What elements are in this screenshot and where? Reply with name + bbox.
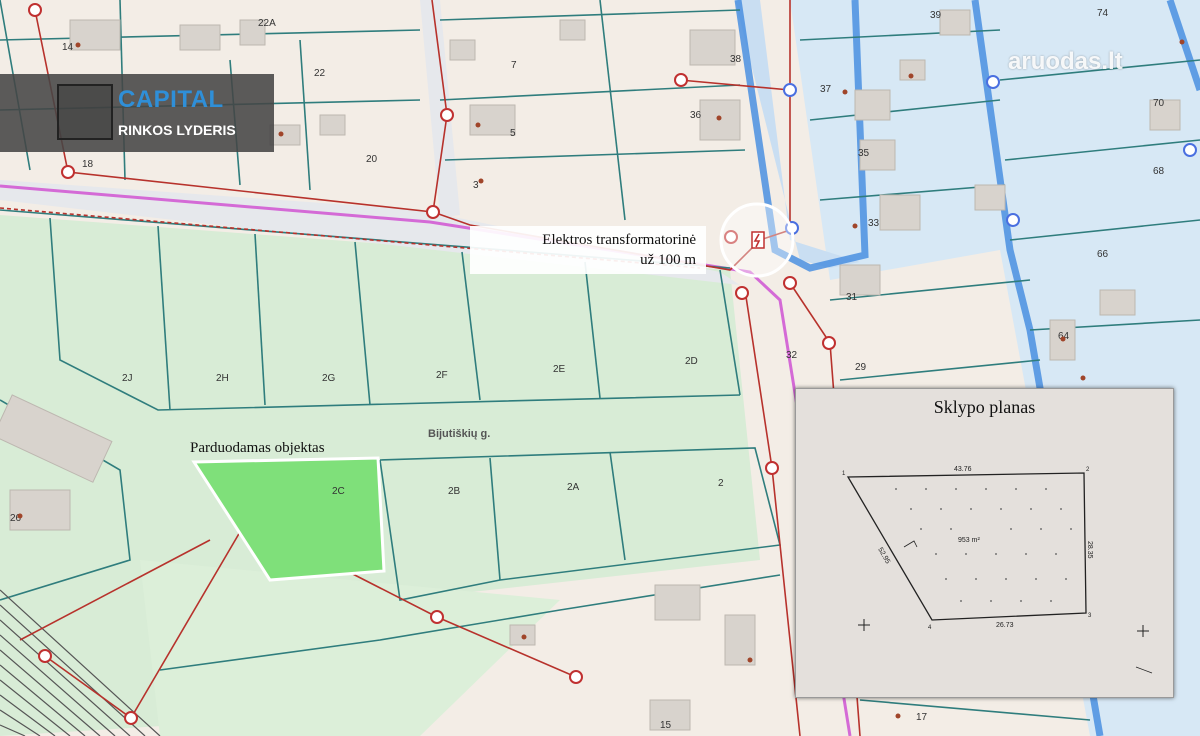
parcel-label: 74 [1097, 8, 1109, 19]
parcel-label: 7 [511, 60, 517, 71]
cross-marker-right [1137, 625, 1149, 637]
sale-object-label: Parduodamas objektas [190, 440, 325, 456]
plot-corner-4: 4 [928, 625, 932, 631]
plot-area: 953 m² [958, 537, 980, 544]
parcel-label: 70 [1153, 98, 1165, 109]
parcel-label: 17 [916, 712, 928, 723]
parcel-label: 2D [685, 356, 698, 367]
parcel-label: 39 [930, 10, 942, 21]
plot-plan-inset[interactable]: Sklypo planas 43.76 28.35 26.73 52.95 95… [795, 388, 1174, 698]
brand-tagline: RINKOS LYDERIS [118, 122, 236, 138]
parcel-label: 22 [314, 68, 326, 79]
transformer-label-line1: Elektros transformatorinė [542, 232, 696, 248]
street-name: Bijutiškių g. [428, 428, 490, 440]
parcel-label: 5 [510, 128, 516, 139]
plot-side-bottom: 26.73 [996, 622, 1014, 629]
parcel-label: 68 [1153, 166, 1165, 177]
plot-corner-3: 3 [1088, 613, 1092, 619]
parcel-label: 2E [553, 364, 566, 375]
plot-side-right: 28.35 [1086, 541, 1093, 559]
plot-side-left: 52.95 [876, 547, 891, 566]
parcel-label: 2J [122, 373, 133, 384]
parcel-label: 29 [855, 362, 867, 373]
plot-corner-1: 1 [842, 471, 846, 477]
parcel-label: 2C [332, 486, 345, 497]
parcel-label: 66 [1097, 249, 1109, 260]
parcel-label: 18 [82, 159, 94, 170]
parcel-label: 36 [690, 110, 702, 121]
road-vertical [420, 0, 460, 218]
transformer-label-line2: už 100 m [640, 252, 696, 268]
north-arrow-icon [903, 540, 918, 548]
plot-hatch-dots [895, 488, 1072, 602]
brand-logo: CAPITAL [118, 86, 224, 113]
transformer-label: Elektros transformatorinė už 100 m [470, 226, 706, 274]
parcel-label: 2H [216, 373, 229, 384]
parcel-label: 37 [820, 84, 832, 95]
parcel-label: 2F [436, 370, 448, 381]
plot-plan-drawing: 43.76 28.35 26.73 52.95 953 m² 1 2 3 4 [842, 466, 1153, 674]
parcel-label: 14 [62, 42, 74, 53]
parcel-label: 2B [448, 486, 461, 497]
parcel-label: 2A [567, 482, 580, 493]
parcel-label: 2 [718, 478, 724, 489]
parcel-label: 38 [730, 54, 742, 65]
parcel-label: 2G [322, 373, 336, 384]
parcel-label: 32 [786, 350, 798, 361]
plot-side-top: 43.76 [954, 466, 972, 473]
logo-frame [57, 84, 113, 140]
parcel-label: 22A [258, 18, 276, 29]
parcel-label: 33 [868, 218, 880, 229]
parcel-label: 15 [660, 720, 672, 731]
plot-outline [846, 472, 1087, 621]
brand-banner: CAPITAL RINKOS LYDERIS [0, 74, 274, 152]
parcel-label: 20 [366, 154, 378, 165]
parcel-label: 35 [858, 148, 870, 159]
plot-corner-2: 2 [1086, 467, 1090, 473]
parcel-label: 3 [473, 180, 479, 191]
parcel-label: 31 [846, 292, 858, 303]
watermark: aruodas.lt [1008, 48, 1123, 75]
scale-mark [1135, 666, 1153, 674]
cross-marker-left [858, 619, 870, 631]
